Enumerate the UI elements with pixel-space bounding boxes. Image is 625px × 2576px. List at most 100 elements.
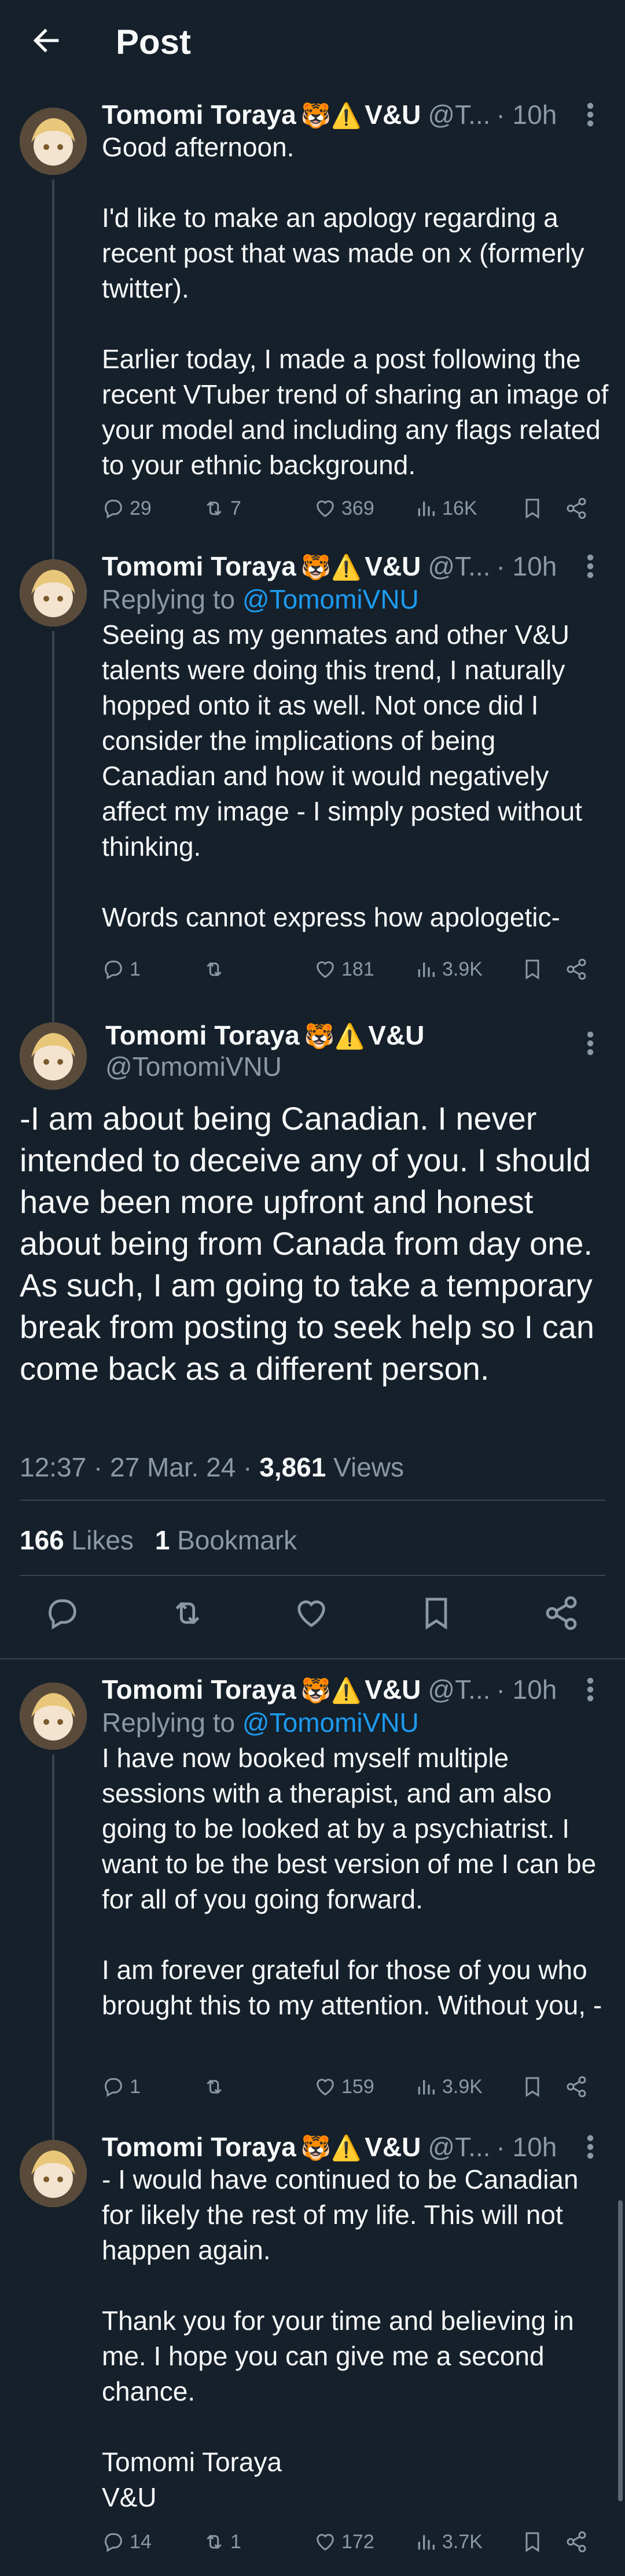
share-icon[interactable] [565,958,588,981]
like-count: 369 [341,497,374,519]
back-arrow-icon[interactable] [28,22,65,59]
thread-connector [52,536,54,559]
mention-link[interactable]: @TomomiVNU [242,1707,419,1738]
more-options-icon[interactable] [580,100,601,130]
reply-button[interactable]: 29 [102,493,152,523]
heart-icon [317,2079,334,2096]
thread-connector [52,179,54,536]
bookmark-icon[interactable] [521,497,544,520]
author-handle[interactable]: @T... [428,100,490,130]
avatar[interactable] [20,1023,87,1090]
reply-icon [105,2078,122,2097]
author-name[interactable]: Tomomi Toraya [102,100,296,130]
reply-icon [105,961,122,980]
post-time[interactable]: · 10h [496,2132,557,2162]
heart-icon[interactable] [293,1595,330,1632]
scrollbar[interactable] [618,2200,623,2501]
replying-to-label: Replying to [102,1707,236,1738]
like-button[interactable]: 369 [314,493,374,523]
author-name-row[interactable]: Tomomi Toraya 🐯⚠️ V&U [105,1019,424,1053]
like-count: 172 [341,2530,374,2553]
author-handle[interactable]: @TomomiVNU [105,1050,282,1083]
author-name[interactable]: Tomomi Toraya [102,551,296,581]
post-body: -I am about being Canadian. I never inte… [20,1100,594,1387]
share-icon[interactable] [565,497,588,520]
reply-button[interactable]: 1 [102,2072,141,2102]
likes-stat[interactable]: 166 Likes [20,1525,134,1555]
more-options-icon[interactable] [580,1028,601,1058]
repost-button[interactable]: 7 [203,493,241,523]
mention-link[interactable]: @TomomiVNU [242,584,419,614]
like-button[interactable]: 181 [314,954,374,984]
share-icon[interactable] [565,2075,588,2098]
reply-count: 14 [130,2530,152,2553]
more-options-icon[interactable] [580,1674,601,1705]
repost-icon[interactable] [169,1595,206,1632]
reply-button[interactable]: 1 [102,954,141,984]
author-name[interactable]: Tomomi Toraya [102,2132,296,2162]
focal-post: Tomomi Toraya 🐯⚠️ V&U @TomomiVNU -I am abo… [0,999,625,1659]
views-button[interactable]: 3.9K [414,954,483,984]
post-paragraph: Thank you for your time and believing in… [102,2306,574,2406]
bookmark-icon[interactable] [521,2075,544,2098]
views-label: Views [326,1452,405,1482]
views-count: 16K [442,497,477,519]
post-actions: 14 1 172 3.7K [102,2527,600,2557]
post-header: Tomomi Toraya 🐯⚠️ V&U @T... · 10h [102,551,557,581]
post-timestamp[interactable]: 12:37 · 27 Mar. 24 · [20,1452,259,1482]
post-time[interactable]: · 10h [496,100,557,130]
author-badges: 🐯⚠️ [300,554,362,581]
author-org: V&U [365,100,421,130]
views-button[interactable]: 3.9K [414,2072,483,2102]
post-header: Tomomi Toraya 🐯⚠️ V&U @T... · 10h [102,100,557,130]
share-icon[interactable] [543,1595,580,1632]
post-paragraph: - I would have continued to be Canadian … [102,2164,579,2265]
bookmark-icon[interactable] [521,958,544,981]
views-button[interactable]: 16K [414,493,477,523]
reply-post-2[interactable]: Tomomi Toraya 🐯⚠️ V&U @T... · 10h - I would … [0,2117,625,2576]
likes-label: Likes [64,1525,134,1555]
post-actions: 1 181 3.9K [102,954,600,984]
avatar[interactable] [20,1683,87,1750]
author-handle[interactable]: @T... [428,551,490,581]
more-options-icon[interactable] [580,551,601,581]
thread-post-2[interactable]: Tomomi Toraya 🐯⚠️ V&U @T... · 10h Replying t… [0,536,625,999]
reply-post-1[interactable]: Tomomi Toraya 🐯⚠️ V&U @T... · 10h Replying t… [0,1659,625,2117]
post-time[interactable]: · 10h [496,1674,557,1705]
bookmarks-stat[interactable]: 1 Bookmark [155,1525,297,1555]
author-name[interactable]: Tomomi Toraya [102,1674,296,1705]
like-button[interactable]: 172 [314,2527,374,2557]
avatar[interactable] [20,108,87,175]
repost-button[interactable] [203,954,230,984]
avatar[interactable] [20,559,87,626]
reply-button[interactable]: 14 [102,2527,152,2557]
more-options-icon[interactable] [580,2132,601,2162]
author-org: V&U [365,2132,421,2162]
share-icon[interactable] [565,2530,588,2553]
repost-button[interactable]: 1 [203,2527,241,2557]
thread-connector [52,631,54,999]
views-button[interactable]: 3.7K [414,2527,483,2557]
bookmark-icon[interactable] [418,1595,455,1632]
likes-count: 166 [20,1525,64,1555]
like-button[interactable]: 159 [314,2072,374,2102]
post-paragraph: I am forever grateful for those of you w… [102,1955,602,2020]
engagement-stats: 166 Likes 1 Bookmark [20,1523,297,1558]
reply-icon[interactable] [44,1595,81,1632]
bookmarks-label: Bookmark [170,1525,297,1555]
avatar[interactable] [20,2140,87,2207]
thread-post-1[interactable]: Tomomi Toraya 🐯⚠️ V&U @T... · 10h Good after… [0,85,625,536]
author-handle[interactable]: @T... [428,1674,490,1705]
repost-button[interactable] [203,2072,230,2102]
repost-icon [207,2534,222,2549]
post-signature: Tomomi Toraya V&U [102,2447,282,2512]
post-paragraph: Good afternoon. [102,132,295,162]
repost-count: 7 [230,497,241,519]
author-handle[interactable]: @T... [428,2132,490,2162]
author-badges: 🐯⚠️ [300,102,362,129]
bookmark-icon[interactable] [521,2530,544,2553]
repost-icon [207,501,222,516]
repost-count: 1 [230,2530,241,2553]
post-time[interactable]: · 10h [496,551,557,581]
author-name[interactable]: Tomomi Toraya [105,1020,300,1050]
